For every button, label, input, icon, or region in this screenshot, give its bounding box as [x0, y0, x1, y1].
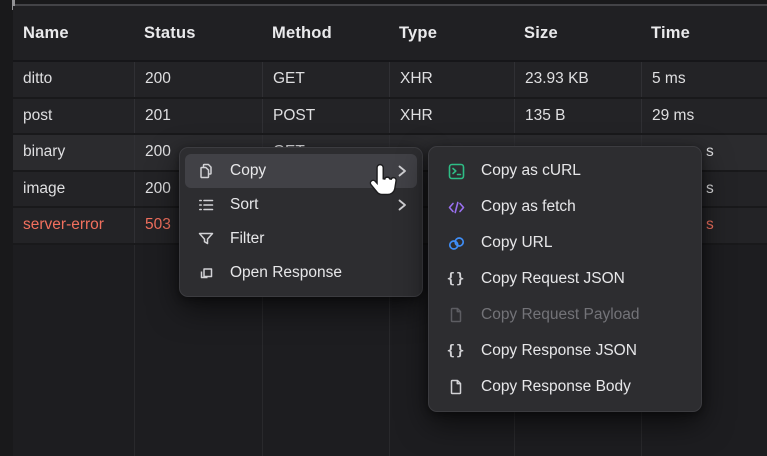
cell-time: 29 ms [641, 99, 767, 134]
menu-item-label: Sort [230, 196, 383, 214]
submenu-item-copy-request-payload[interactable]: Copy Request Payload [434, 297, 696, 333]
submenu-item-label: Copy URL [481, 234, 687, 252]
submenu-item-label: Copy as fetch [481, 198, 687, 216]
menu-item-open-response[interactable]: Open Response [185, 256, 417, 290]
cell-time: 5 ms [641, 62, 767, 97]
cell-size: 23.93 KB [514, 62, 641, 97]
menu-item-filter[interactable]: Filter [185, 222, 417, 256]
cell-name: ditto [13, 62, 134, 97]
column-header-status[interactable]: Status [134, 24, 262, 43]
column-header-method[interactable]: Method [262, 24, 389, 43]
cell-method: GET [262, 62, 389, 97]
submenu-item-label: Copy Request Payload [481, 306, 687, 324]
cell-size: 135 B [514, 99, 641, 134]
menu-item-label: Filter [230, 230, 408, 248]
document-icon [445, 377, 467, 397]
submenu-item-label: Copy Response JSON [481, 342, 687, 360]
cell-name: image [13, 172, 134, 207]
time-fragment: s [706, 180, 714, 198]
submenu-item-label: Copy Request JSON [481, 270, 687, 288]
cell-status: 200 [134, 62, 262, 97]
cell-type: XHR [389, 99, 514, 134]
terminal-icon [445, 161, 467, 181]
submenu-item-copy-url[interactable]: Copy URL [434, 225, 696, 261]
table-header-row: Name Status Method Type Size Time [13, 6, 767, 62]
column-header-time[interactable]: Time [641, 24, 767, 43]
code-icon [445, 197, 467, 217]
filter-icon [195, 229, 217, 249]
table-row-ditto[interactable]: ditto 200 GET XHR 23.93 KB 5 ms [13, 62, 767, 99]
time-fragment: s [706, 216, 714, 234]
submenu-item-copy-response-json[interactable]: {} Copy Response JSON [434, 333, 696, 369]
cell-name: server-error [13, 208, 134, 243]
submenu-item-copy-as-curl[interactable]: Copy as cURL [434, 153, 696, 189]
cursor-pointer-icon [366, 161, 402, 208]
document-icon [445, 305, 467, 325]
cell-method: POST [262, 99, 389, 134]
table-row-post[interactable]: post 201 POST XHR 135 B 29 ms [13, 99, 767, 136]
submenu-item-copy-response-body[interactable]: Copy Response Body [434, 369, 696, 405]
menu-item-label: Copy [230, 162, 383, 180]
sort-icon [195, 195, 217, 215]
cell-name: post [13, 99, 134, 134]
time-fragment: s [706, 143, 714, 161]
submenu-item-label: Copy Response Body [481, 378, 687, 396]
column-header-name[interactable]: Name [13, 24, 134, 43]
submenu-item-copy-request-json[interactable]: {} Copy Request JSON [434, 261, 696, 297]
cell-status: 201 [134, 99, 262, 134]
braces-icon: {} [445, 269, 467, 289]
submenu-item-copy-as-fetch[interactable]: Copy as fetch [434, 189, 696, 225]
cell-name: binary [13, 135, 134, 170]
column-header-type[interactable]: Type [389, 24, 514, 43]
link-icon [445, 233, 467, 253]
copy-submenu: Copy as cURL Copy as fetch Copy URL [428, 146, 702, 412]
menu-item-label: Open Response [230, 264, 408, 282]
column-header-size[interactable]: Size [514, 24, 641, 43]
cell-type: XHR [389, 62, 514, 97]
submenu-item-label: Copy as cURL [481, 162, 687, 180]
copy-icon [195, 161, 217, 181]
open-response-icon [195, 263, 217, 283]
network-requests-panel: Name Status Method Type Size Time ditto … [0, 0, 767, 456]
braces-icon: {} [445, 341, 467, 361]
